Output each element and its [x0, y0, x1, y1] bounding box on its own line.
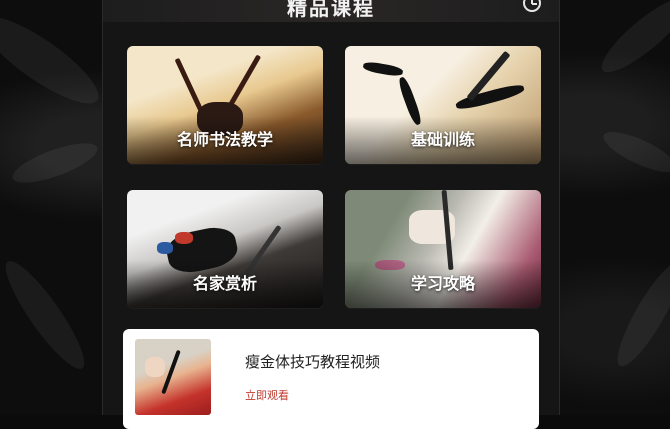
card-study-guide[interactable]: 学习攻略	[345, 190, 541, 308]
card-master-teaching[interactable]: 名师书法教学	[127, 46, 323, 164]
card-label: 基础训练	[410, 130, 475, 149]
card-basic-training[interactable]: 基础训练	[345, 46, 541, 164]
card-label: 名师书法教学	[176, 130, 273, 149]
card-masterpiece-appreciation[interactable]: 名家赏析	[127, 190, 323, 308]
header: 精品课程	[103, 0, 559, 22]
card-label: 学习攻略	[410, 274, 475, 293]
course-card[interactable]: 瘦金体技巧教程视频 立即观看	[123, 329, 539, 429]
card-label: 名家赏析	[192, 274, 257, 293]
page-title: 精品课程	[287, 0, 375, 20]
watch-now-link[interactable]: 立即观看	[245, 387, 289, 403]
course-title: 瘦金体技巧教程视频	[245, 353, 381, 371]
app-screen: 精品课程 名师书法教学 基础训练 名家赏析 学习攻略 瘦金体技巧教程视频 立即观…	[102, 0, 560, 429]
course-thumbnail	[135, 339, 211, 415]
